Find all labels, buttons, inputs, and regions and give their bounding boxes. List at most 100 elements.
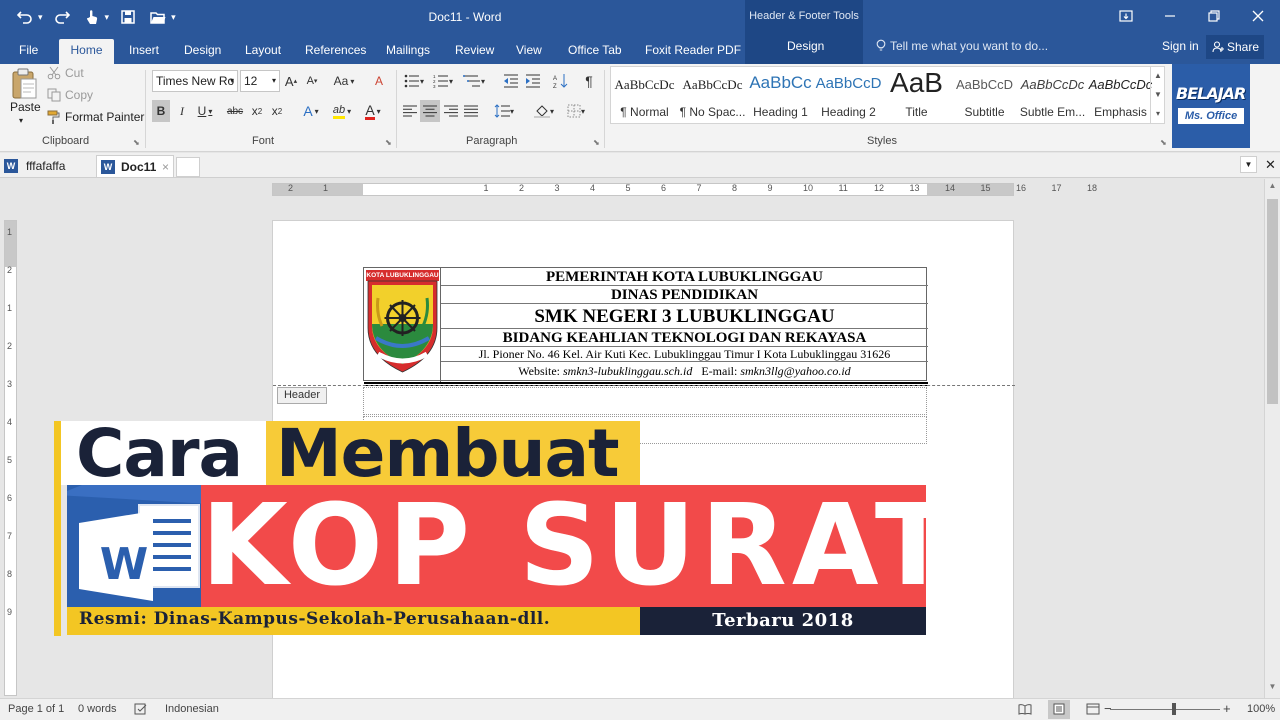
scroll-up-icon[interactable]: ▲ bbox=[1265, 181, 1280, 195]
show-marks-button[interactable]: ¶ bbox=[580, 70, 598, 92]
scroll-down-icon[interactable]: ▼ bbox=[1265, 682, 1280, 696]
bullets-button[interactable]: ▾ bbox=[401, 70, 427, 92]
styles-launcher-icon[interactable]: ⬊ bbox=[1160, 138, 1167, 147]
italic-button[interactable]: I bbox=[174, 100, 190, 122]
paste-dropdown-icon[interactable]: ▾ bbox=[19, 116, 23, 125]
paste-button[interactable]: Paste bbox=[10, 100, 41, 114]
new-tab-button[interactable] bbox=[176, 157, 200, 177]
chevron-up-icon[interactable]: ▲ bbox=[1151, 66, 1165, 85]
style-heading-2[interactable]: AaBbCcD Heading 2 bbox=[815, 67, 882, 125]
tab-layout[interactable]: Layout bbox=[236, 39, 290, 64]
zoom-level[interactable]: 100% bbox=[1247, 703, 1275, 715]
close-document-icon[interactable]: ✕ bbox=[1262, 156, 1279, 173]
doc-tab-fffafaffa[interactable]: W fffafaffa bbox=[2, 155, 90, 177]
letterhead-line-2[interactable]: DINAS PENDIDIKAN bbox=[441, 286, 928, 304]
tab-references[interactable]: References bbox=[296, 39, 375, 64]
paragraph-launcher-icon[interactable]: ⬊ bbox=[593, 138, 600, 147]
letterhead-contact[interactable]: Website: smkn3-lubuklinggau.sch.id E-mai… bbox=[441, 362, 928, 382]
tab-mailings[interactable]: Mailings bbox=[377, 39, 439, 64]
header-tag[interactable]: Header bbox=[277, 387, 327, 404]
chevron-down-icon[interactable]: ▼ bbox=[1151, 85, 1165, 104]
sort-button[interactable]: AZ bbox=[551, 70, 571, 92]
letterhead-address[interactable]: Jl. Pioner No. 46 Kel. Air Kuti Kec. Lub… bbox=[441, 347, 928, 362]
style-no-spacing[interactable]: AaBbCcDc ¶ No Spac... bbox=[679, 67, 746, 125]
font-launcher-icon[interactable]: ⬊ bbox=[385, 138, 392, 147]
multilevel-list-button[interactable]: ▾ bbox=[459, 70, 489, 92]
redo-icon[interactable] bbox=[49, 5, 75, 29]
style-emphasis[interactable]: AaBbCcDc Emphasis bbox=[1087, 67, 1154, 125]
minimize-icon[interactable] bbox=[1148, 0, 1192, 32]
increase-indent-button[interactable] bbox=[523, 70, 543, 92]
zoom-in-button[interactable]: + bbox=[1223, 701, 1231, 716]
ribbon-display-options-icon[interactable] bbox=[1104, 0, 1148, 32]
borders-button[interactable]: ▾ bbox=[562, 100, 590, 122]
grow-font-button[interactable]: A ▴ bbox=[283, 70, 299, 92]
align-right-button[interactable] bbox=[442, 100, 460, 122]
touch-mode-icon[interactable] bbox=[79, 5, 105, 29]
font-color-button[interactable]: A ▾ bbox=[360, 100, 386, 122]
clear-formatting-button[interactable]: A bbox=[370, 70, 388, 92]
font-family-select[interactable]: Times New Ro ▾ bbox=[152, 70, 238, 92]
style-normal[interactable]: AaBbCcDc ¶ Normal bbox=[611, 67, 678, 125]
style-subtitle[interactable]: AaBbCcD Subtitle bbox=[951, 67, 1018, 125]
undo-dropdown-icon[interactable]: ▾ bbox=[38, 12, 43, 23]
sign-in-link[interactable]: Sign in bbox=[1162, 39, 1199, 53]
letterhead-line-1[interactable]: PEMERINTAH KOTA LUBUKLINGGAU bbox=[441, 268, 928, 286]
tab-design[interactable]: Design bbox=[175, 39, 230, 64]
underline-button[interactable]: U ▾ bbox=[194, 100, 216, 122]
style-heading-1[interactable]: AaBbCc Heading 1 bbox=[747, 67, 814, 125]
cut-button[interactable]: Cut bbox=[47, 66, 84, 80]
letterhead-line-4[interactable]: BIDANG KEAHLIAN TEKNOLOGI DAN REKAYASA bbox=[441, 329, 928, 347]
scrollbar-thumb[interactable] bbox=[1267, 199, 1278, 404]
doc-tab-doc11[interactable]: W Doc11 × bbox=[96, 155, 174, 177]
highlight-button[interactable]: ab ▾ bbox=[328, 100, 356, 122]
word-count[interactable]: 0 words bbox=[78, 703, 117, 715]
vertical-ruler[interactable]: 1 2 1 2 3 4 5 6 7 8 9 bbox=[4, 220, 17, 696]
tab-file[interactable]: File bbox=[10, 39, 47, 64]
line-spacing-button[interactable]: ▾ bbox=[490, 100, 518, 122]
align-center-button[interactable] bbox=[420, 100, 440, 122]
superscript-button[interactable]: x2 bbox=[268, 100, 286, 122]
web-layout-icon[interactable] bbox=[1086, 703, 1100, 718]
proofing-icon[interactable] bbox=[134, 703, 148, 718]
save-icon[interactable] bbox=[115, 5, 141, 29]
tab-list-dropdown-icon[interactable]: ▼ bbox=[1240, 156, 1257, 173]
language-indicator[interactable]: Indonesian bbox=[165, 703, 219, 715]
bold-button[interactable]: B bbox=[152, 100, 170, 122]
print-layout-icon[interactable] bbox=[1048, 700, 1070, 719]
tab-view[interactable]: View bbox=[507, 39, 551, 64]
more-styles-icon[interactable]: ▾ bbox=[1151, 104, 1165, 123]
letterhead-line-3[interactable]: SMK NEGERI 3 LUBUKLINGGAU bbox=[441, 304, 928, 329]
subscript-button[interactable]: x2 bbox=[248, 100, 266, 122]
open-folder-icon[interactable] bbox=[145, 5, 171, 29]
undo-icon[interactable] bbox=[12, 5, 38, 29]
vertical-scrollbar[interactable]: ▲ ▼ bbox=[1264, 179, 1280, 698]
restore-icon[interactable] bbox=[1192, 0, 1236, 32]
tab-review[interactable]: Review bbox=[446, 39, 503, 64]
justify-button[interactable] bbox=[462, 100, 480, 122]
page-count[interactable]: Page 1 of 1 bbox=[8, 703, 64, 715]
horizontal-ruler[interactable]: 2 1 1 2 3 4 5 6 7 8 9 10 11 12 13 14 15 16 17 18 bbox=[272, 183, 1097, 196]
decrease-indent-button[interactable] bbox=[501, 70, 521, 92]
shrink-font-button[interactable]: A ▾ bbox=[304, 70, 320, 92]
style-title[interactable]: AaB Title bbox=[883, 67, 950, 125]
close-tab-icon[interactable]: × bbox=[162, 156, 169, 178]
letterhead-table[interactable]: KOTA LUBUKLINGGAU PEMERINTAH KOTA LUBUKL… bbox=[363, 267, 928, 386]
tell-me-search[interactable]: Tell me what you want to do... bbox=[876, 39, 1048, 53]
tab-insert[interactable]: Insert bbox=[120, 39, 168, 64]
zoom-slider-thumb[interactable] bbox=[1172, 703, 1176, 715]
customize-qat-icon[interactable]: ▾ bbox=[171, 12, 176, 23]
share-button[interactable]: Share bbox=[1206, 35, 1264, 59]
clipboard-launcher-icon[interactable]: ⬊ bbox=[133, 138, 140, 147]
change-case-button[interactable]: Aa ▾ bbox=[330, 70, 358, 92]
text-effects-button[interactable]: A ▾ bbox=[298, 100, 324, 122]
shading-button[interactable]: ▾ bbox=[530, 100, 558, 122]
strikethrough-button[interactable]: abc bbox=[224, 100, 246, 122]
read-mode-icon[interactable] bbox=[1018, 703, 1032, 718]
paste-icon[interactable] bbox=[10, 68, 38, 100]
touch-dropdown-icon[interactable]: ▾ bbox=[105, 12, 110, 23]
numbering-button[interactable]: 1 2 3 ▾ bbox=[430, 70, 456, 92]
close-window-icon[interactable] bbox=[1236, 0, 1280, 32]
body-table-row[interactable] bbox=[363, 387, 927, 415]
font-size-select[interactable]: 12 ▾ bbox=[240, 70, 280, 92]
